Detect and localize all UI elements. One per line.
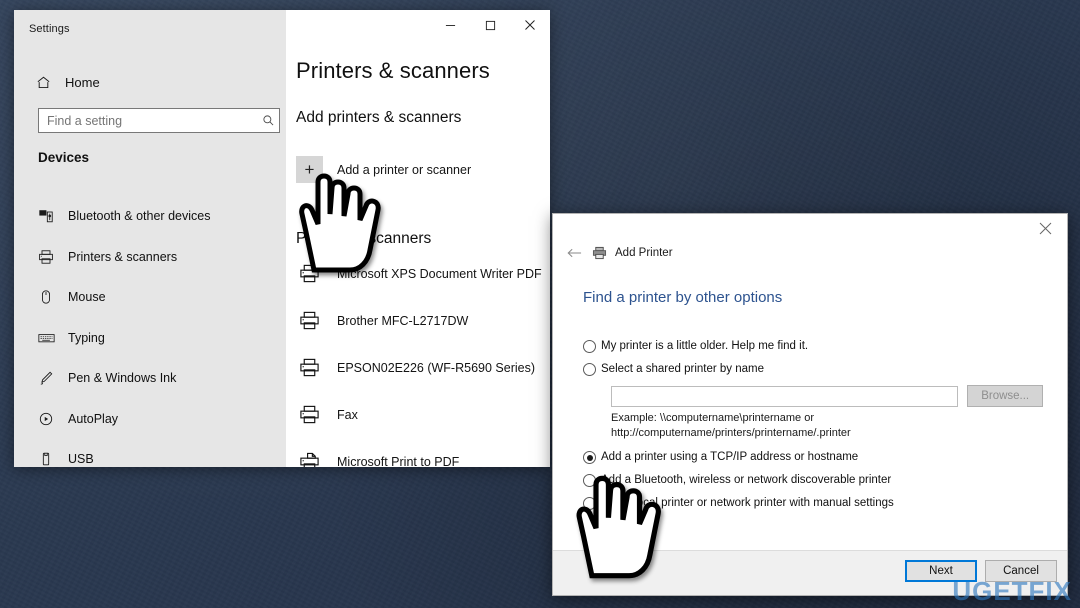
printer-list: Microsoft XPS Document Writer PDF Brothe…: [286, 250, 550, 467]
list-item-label: EPSON02E226 (WF-R5690 Series): [337, 360, 535, 375]
sidebar-item-printers-scanners[interactable]: Printers & scanners: [14, 237, 286, 278]
dialog-header: Add Printer: [561, 242, 673, 264]
plus-icon: +: [296, 156, 323, 183]
list-item-label: Microsoft Print to PDF: [337, 454, 460, 468]
printers-section-title: Printers & scanners: [296, 230, 432, 247]
sidebar-item-label: AutoPlay: [68, 411, 119, 426]
search-icon: [257, 114, 279, 127]
shared-printer-name-input[interactable]: [611, 385, 959, 407]
cancel-button[interactable]: Cancel: [985, 560, 1057, 582]
printer-options-radio-group: My printer is a little older. Help me fi…: [583, 339, 1043, 519]
browse-button[interactable]: Browse...: [967, 385, 1043, 407]
settings-main-pane: Printers & scanners Add printers & scann…: [286, 10, 550, 467]
sidebar-nav-list: Bluetooth & other devices Printers & sca…: [14, 196, 286, 467]
list-item-label: Fax: [337, 407, 358, 422]
sidebar-item-pen-windows-ink[interactable]: Pen & Windows Ink: [14, 358, 286, 399]
list-item-label: Microsoft XPS Document Writer PDF: [337, 266, 542, 281]
maximize-button[interactable]: [470, 10, 510, 40]
example-line-2: http://computername/printers/printername…: [611, 426, 851, 439]
printer-icon: [296, 404, 323, 425]
radio-indicator: [583, 363, 596, 376]
printer-icon: [296, 310, 323, 331]
radio-option-shared-printer[interactable]: Select a shared printer by name: [583, 362, 1043, 376]
search-input-wrapper[interactable]: [38, 108, 280, 133]
example-line-1: Example: \\computername\printername or: [611, 412, 814, 424]
close-button[interactable]: [510, 10, 550, 40]
list-item[interactable]: Microsoft Print to PDF: [286, 438, 550, 467]
sidebar-group-label: Devices: [38, 150, 90, 165]
sidebar-item-mouse[interactable]: Mouse: [14, 277, 286, 318]
settings-sidebar: Settings Home Find a setting Devices Blu…: [14, 10, 286, 467]
dialog-footer: Next Cancel: [553, 550, 1067, 595]
shared-printer-row: Browse...: [611, 385, 1043, 407]
radio-indicator: [583, 497, 596, 510]
sidebar-item-bluetooth-other-devices[interactable]: Bluetooth & other devices: [14, 196, 286, 237]
next-button[interactable]: Next: [905, 560, 977, 582]
sidebar-item-home-label: Home: [65, 74, 100, 90]
autoplay-icon: [38, 409, 60, 429]
window-controls: [430, 10, 550, 40]
home-icon: [36, 75, 58, 90]
usb-icon: [38, 449, 60, 467]
radio-option-label: Select a shared printer by name: [601, 363, 765, 375]
page-title: Printers & scanners: [296, 58, 490, 83]
sidebar-item-label: Pen & Windows Ink: [68, 371, 177, 386]
minimize-button[interactable]: [430, 10, 470, 40]
sidebar-item-label: Mouse: [68, 290, 106, 305]
radio-option-label: Add a printer using a TCP/IP address or …: [601, 451, 859, 463]
radio-option-label: My printer is a little older. Help me fi…: [601, 340, 809, 352]
radio-option-older-printer[interactable]: My printer is a little older. Help me fi…: [583, 339, 1043, 353]
add-printers-section-title: Add printers & scanners: [296, 109, 462, 126]
radio-indicator: [583, 451, 596, 464]
radio-option-tcpip[interactable]: Add a printer using a TCP/IP address or …: [583, 450, 1043, 464]
printer-icon: [38, 247, 60, 267]
keyboard-icon: [38, 328, 60, 348]
radio-option-bluetooth-wireless[interactable]: Add a Bluetooth, wireless or network dis…: [583, 473, 1043, 487]
dialog-footer-buttons: Next Cancel: [905, 560, 1057, 582]
dialog-heading: Find a printer by other options: [583, 289, 783, 306]
add-printer-or-scanner-button[interactable]: + Add a printer or scanner: [296, 156, 471, 183]
sidebar-item-label: Bluetooth & other devices: [68, 209, 211, 224]
back-arrow-icon[interactable]: [561, 247, 587, 259]
list-item[interactable]: EPSON02E226 (WF-R5690 Series): [286, 344, 550, 391]
sidebar-item-label: Typing: [68, 330, 105, 345]
window-title: Settings: [29, 23, 70, 35]
radio-indicator: [583, 474, 596, 487]
print-to-pdf-icon: [296, 451, 323, 467]
list-item[interactable]: Microsoft XPS Document Writer PDF: [286, 250, 550, 297]
sidebar-item-autoplay[interactable]: AutoPlay: [14, 399, 286, 440]
list-item[interactable]: Brother MFC-L2717DW: [286, 297, 550, 344]
settings-window: Settings Home Find a setting Devices Blu…: [14, 10, 550, 467]
list-item[interactable]: Fax: [286, 391, 550, 438]
bluetooth-devices-icon: [38, 206, 60, 226]
list-item-label: Brother MFC-L2717DW: [337, 313, 469, 328]
radio-indicator: [583, 340, 596, 353]
radio-option-manual-settings[interactable]: Add a local printer or network printer w…: [583, 496, 1043, 510]
add-printer-or-scanner-label: Add a printer or scanner: [337, 162, 472, 177]
radio-option-label: Add a local printer or network printer w…: [601, 497, 894, 509]
shared-printer-example: Example: \\computername\printername or h…: [611, 411, 1043, 440]
mouse-icon: [38, 287, 60, 307]
sidebar-item-label: Printers & scanners: [68, 249, 178, 264]
sidebar-item-home[interactable]: Home: [14, 67, 286, 97]
radio-option-label: Add a Bluetooth, wireless or network dis…: [601, 474, 892, 486]
sidebar-item-usb[interactable]: USB: [14, 439, 286, 467]
printer-icon: [589, 246, 609, 260]
printer-icon: [296, 263, 323, 284]
pen-icon: [38, 368, 60, 388]
search-input[interactable]: [39, 113, 257, 128]
desktop-background: Settings Home Find a setting Devices Blu…: [0, 0, 1080, 608]
sidebar-item-typing[interactable]: Typing: [14, 318, 286, 359]
sidebar-item-label: USB: [68, 452, 94, 467]
dialog-title: Add Printer: [615, 247, 673, 259]
add-printer-dialog: Add Printer Find a printer by other opti…: [552, 213, 1068, 596]
printer-icon: [296, 357, 323, 378]
close-icon[interactable]: [1023, 214, 1067, 242]
